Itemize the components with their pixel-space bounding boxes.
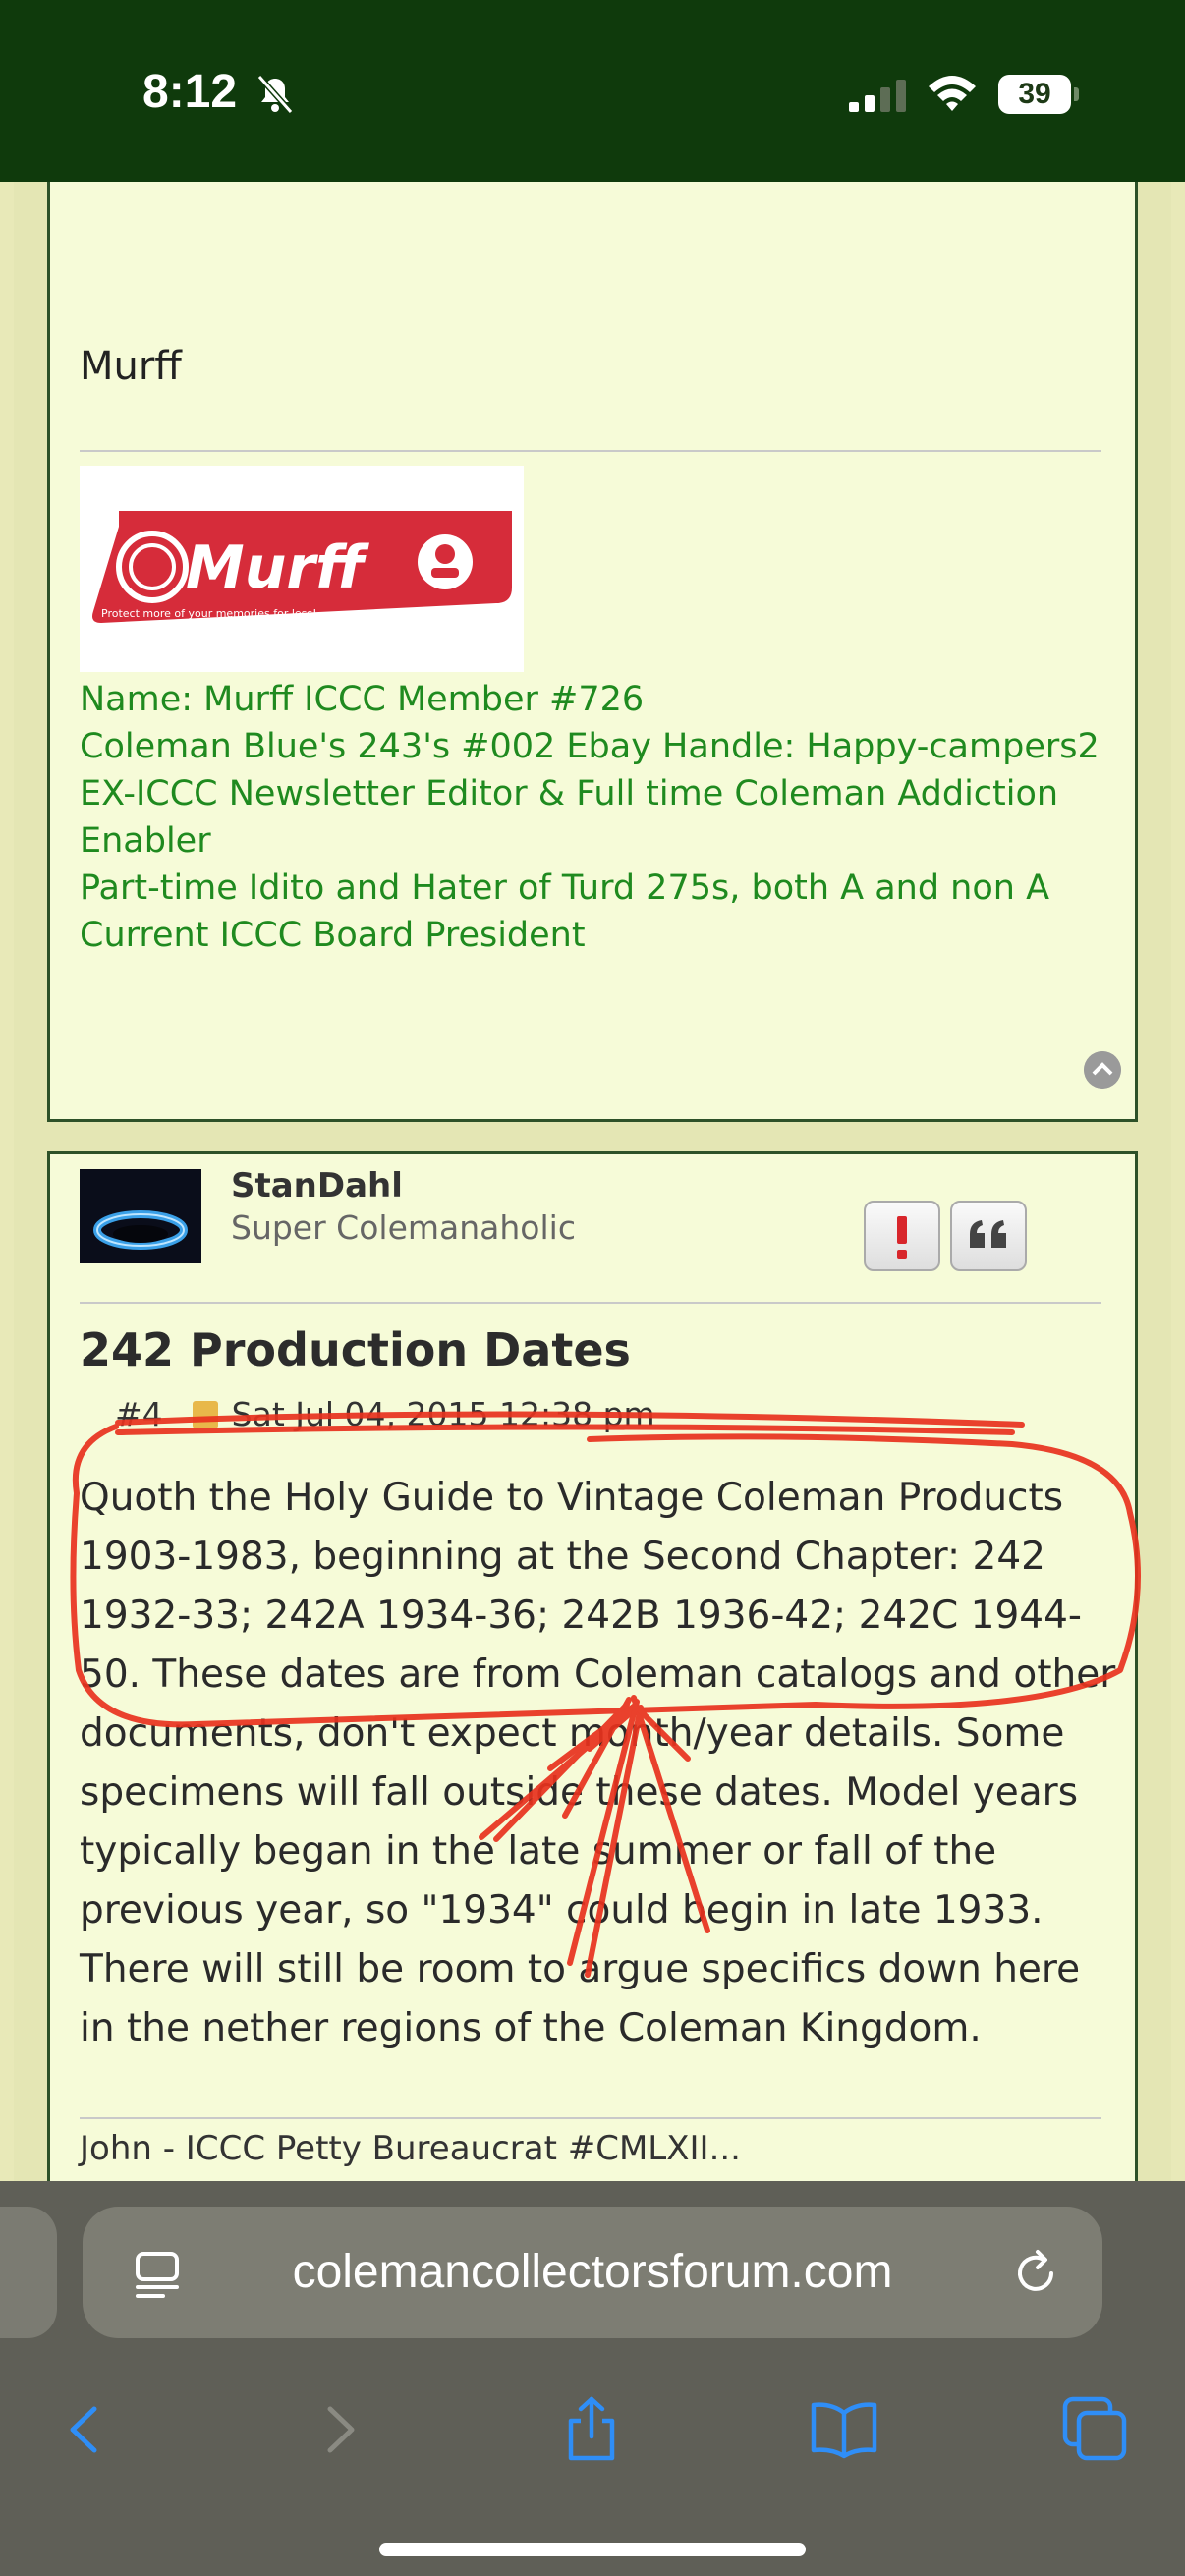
signature-line: EX-ICCC Newsletter Editor & Full time Co… (80, 774, 1059, 861)
quote-button[interactable] (950, 1201, 1027, 1271)
post-date: Sat Jul 04, 2015 12:38 pm (231, 1395, 655, 1433)
murff-logo: Murff Protect more of your memories for … (80, 466, 524, 672)
divider (80, 2117, 1101, 2119)
signature-lines: Name: Murff ICCC Member #726 Coleman Blu… (80, 676, 1111, 959)
divider (80, 1302, 1101, 1304)
username[interactable]: StanDahl (231, 1166, 403, 1205)
status-time: 8:12 (142, 66, 238, 118)
signature-name: Murff (80, 344, 182, 389)
previous-tab-preview[interactable] (0, 2207, 57, 2338)
back-icon[interactable] (51, 2395, 120, 2464)
signature-line: Coleman Blue's 243's #002 Ebay Handle: H… (80, 727, 1100, 766)
home-indicator[interactable] (379, 2543, 806, 2556)
post-body: Quoth the Holy Guide to Vintage Coleman … (80, 1476, 1116, 2050)
post-number[interactable]: #4 (115, 1395, 163, 1433)
post-icon (192, 1401, 218, 1428)
forward-icon[interactable] (305, 2395, 373, 2464)
report-icon (897, 1216, 907, 1259)
post-meta: #4 Sat Jul 04, 2015 12:38 pm (115, 1395, 655, 1433)
address-bar[interactable]: colemancollectorsforum.com (83, 2207, 1102, 2338)
report-button[interactable] (864, 1201, 940, 1271)
reload-icon[interactable] (1010, 2248, 1061, 2299)
forum-post: Murff Murff Protect more of your memorie… (47, 182, 1138, 1122)
tabs-icon[interactable] (1061, 2395, 1130, 2464)
bell-slash-icon (256, 75, 294, 114)
logo-text: Murff (186, 533, 369, 602)
signature-line: Part-time Idito and Hater of Turd 275s, … (80, 868, 1050, 908)
share-icon[interactable] (557, 2395, 626, 2464)
logo-tagline: Protect more of your memories for less! (101, 607, 317, 620)
browser-toolbar: colemancollectorsforum.com (0, 2181, 1185, 2576)
wifi-icon (929, 76, 976, 111)
battery-level: 39 (1018, 78, 1051, 110)
cellular-signal-icon (849, 80, 906, 112)
signature-line: Name: Murff ICCC Member #726 (80, 680, 645, 719)
status-bar: 8:12 39 (0, 0, 1185, 182)
url-text[interactable]: colemancollectorsforum.com (83, 2207, 1102, 2338)
post-signature: John - ICCC Petty Bureaucrat #CMLXII... (80, 2129, 741, 2168)
post-title[interactable]: 242 Production Dates (80, 1323, 631, 1376)
avatar[interactable] (80, 1169, 201, 1263)
battery-icon: 39 (998, 75, 1079, 114)
scroll-to-top-icon[interactable] (1084, 1051, 1121, 1089)
forum-post: StanDahl Super Colemanaholic 242 Product… (47, 1151, 1138, 2181)
quote-icon (970, 1220, 1006, 1248)
signature-line: Current ICCC Board President (80, 916, 586, 955)
divider (80, 450, 1101, 452)
bookmarks-icon[interactable] (810, 2395, 878, 2464)
user-rank: Super Colemanaholic (231, 1208, 576, 1247)
forum-page[interactable]: Murff Murff Protect more of your memorie… (14, 182, 1171, 2181)
